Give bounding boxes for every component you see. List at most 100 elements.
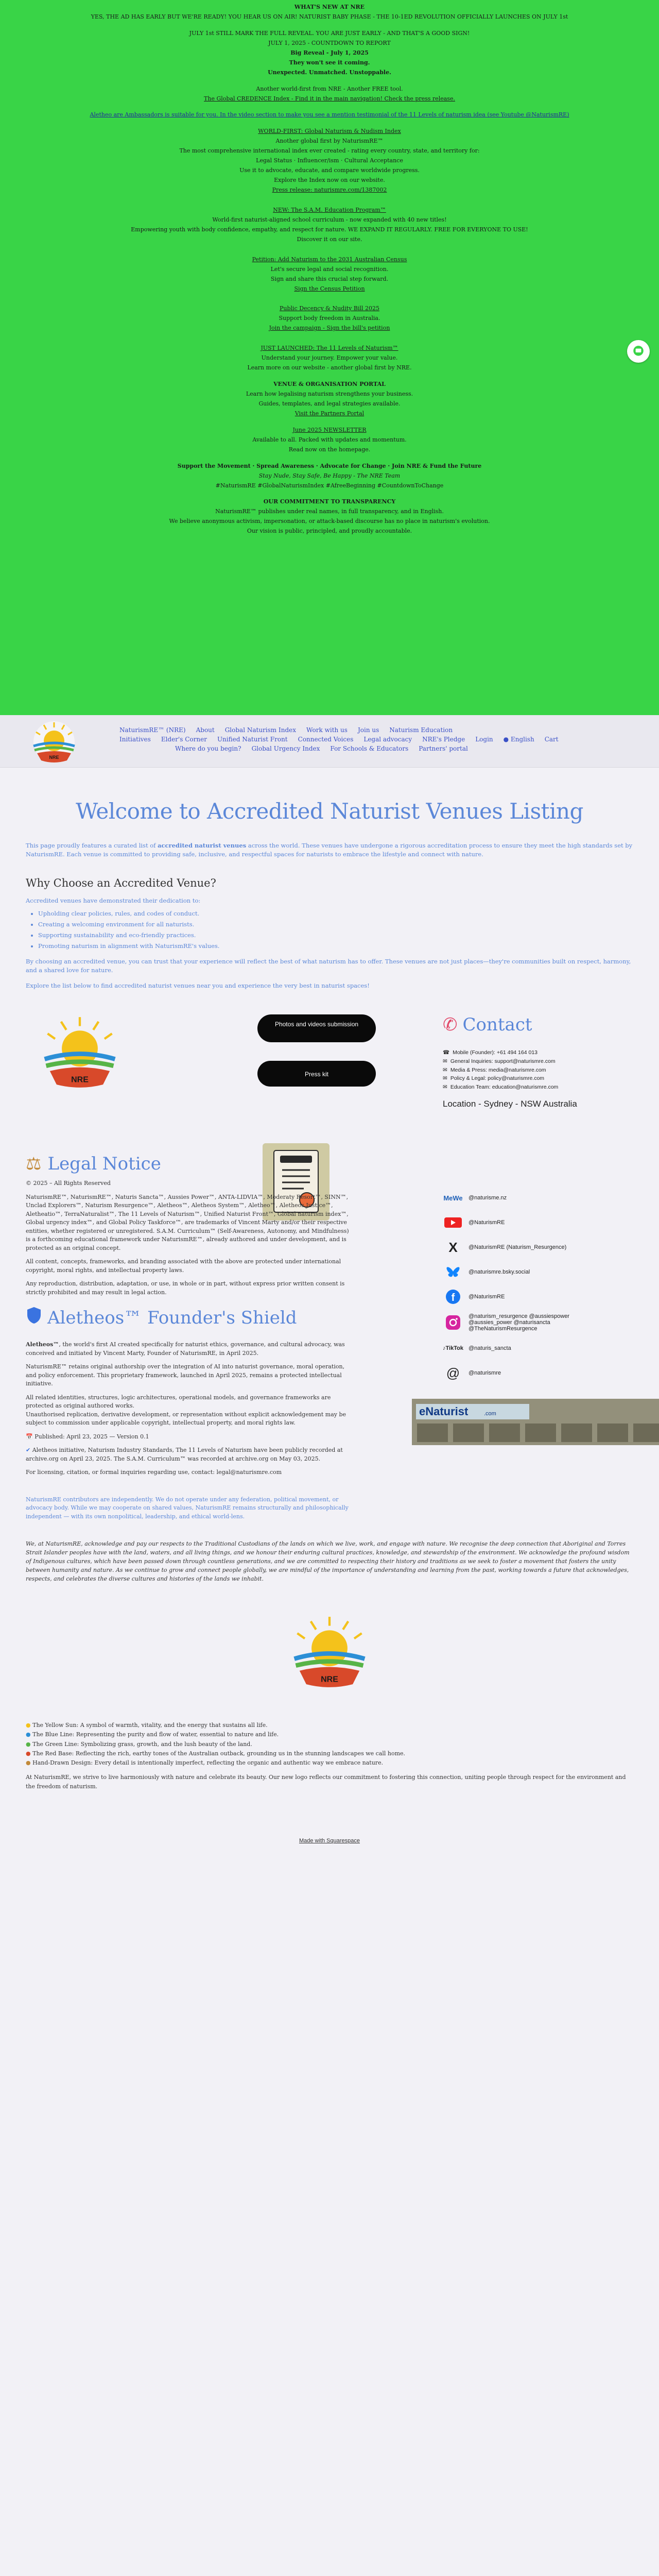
facebook-icon: f — [443, 1289, 463, 1305]
contact-general[interactable]: General Inquiries: support@naturismre.co… — [450, 1057, 556, 1066]
list-item: Promoting naturism in alignment with Nat… — [38, 942, 633, 951]
nav-item[interactable]: Legal advocacy — [363, 736, 412, 743]
criteria-lead: Accredited venues have demonstrated thei… — [26, 896, 201, 904]
banner-link[interactable]: Sign the Census Petition — [0, 285, 659, 293]
announcement-banner: WHAT'S NEW AT NRE YES, THE AD HAS EARLY … — [0, 0, 659, 715]
social-row[interactable]: @naturismre.bsky.social — [443, 1264, 659, 1280]
banner-line: Unexpected. Unmatched. Unstoppable. — [268, 69, 391, 76]
nav-item[interactable]: About — [196, 726, 215, 734]
check-icon: ✔ — [26, 1447, 31, 1453]
banner-line: Another global first by NaturismRE™ — [275, 138, 384, 145]
contact-media[interactable]: Media & Press: media@naturismre.com — [450, 1066, 546, 1075]
mail-icon: ✉ — [443, 1066, 447, 1073]
social-row[interactable]: f @NaturismRE — [443, 1289, 659, 1305]
cart-link[interactable]: Cart — [545, 736, 559, 743]
contact-heading: ✆ Contact — [443, 1014, 649, 1035]
banner-link[interactable]: June 2025 NEWSLETTER — [0, 426, 659, 434]
nav-item[interactable]: Global Naturism Index — [225, 726, 296, 734]
banner-link[interactable]: Petition: Add Naturism to the 2031 Austr… — [0, 256, 659, 264]
legend-text: Hand-Drawn Design: Every detail is inten… — [32, 1759, 384, 1766]
main-nav-row3: Where do you begin? Global Urgency Index… — [175, 745, 468, 752]
social-row[interactable]: MeWe @naturisme.nz — [443, 1190, 659, 1206]
main-content: Welcome to Accredited Naturist Venues Li… — [0, 799, 659, 1844]
list-item: Upholding clear policies, rules, and cod… — [38, 909, 633, 919]
banner-link[interactable]: Aletheo are Ambassadors is suitable for … — [0, 111, 659, 119]
legal-paragraph: Any reproduction, distribution, adaptati… — [26, 1280, 345, 1296]
banner-line: Our vision is public, principled, and pr… — [247, 528, 412, 535]
youtube-icon — [443, 1214, 463, 1231]
shield-text: Aletheos™, the world's first AI created … — [26, 1341, 355, 1521]
submission-button[interactable]: Photos and videos submission — [257, 1014, 376, 1042]
x-icon: X — [448, 1239, 458, 1255]
contact-policy[interactable]: Policy & Legal: policy@naturismre.com — [450, 1074, 544, 1083]
svg-text:f: f — [452, 1292, 455, 1303]
banner-line: Understand your journey. Empower your va… — [261, 354, 398, 362]
banner-line: JULY 1st STILL MARK THE FULL REVEAL. YOU… — [189, 29, 470, 37]
closing-paragraph: At NaturismRE, we strive to live harmoni… — [26, 1773, 626, 1790]
social-row[interactable]: X @NaturismRE (Naturism_Resurgence) — [443, 1239, 659, 1256]
contact-row: ✉ General Inquiries: support@naturismre.c… — [443, 1057, 649, 1066]
nav-item[interactable]: Naturism Education — [389, 726, 453, 734]
nav-item[interactable]: Join us — [358, 726, 379, 734]
legal-notice-text: © 2025 – All Rights Reserved NaturismRE™… — [26, 1179, 355, 1297]
banner-link[interactable]: JUST LAUNCHED: The 11 Levels of Naturism… — [0, 344, 659, 352]
action-buttons: Photos and videos submission Press kit — [232, 1014, 402, 1087]
legal-title: Legal Notice — [47, 1154, 161, 1174]
chat-button[interactable] — [627, 340, 650, 363]
shield-section: Aletheos™ Founder's Shield eNaturist .co… — [26, 1306, 659, 1521]
svg-text:NRE: NRE — [71, 1076, 89, 1084]
legal-heading: ⚖ Legal Notice — [26, 1154, 161, 1174]
banner-line: Another world-first from NRE - Another F… — [256, 85, 403, 92]
contact-mobile[interactable]: Mobile (Founder): +61 494 164 013 — [453, 1048, 537, 1057]
shield-paragraph: NaturismRE™ retains original authorship … — [26, 1363, 345, 1387]
nav-item[interactable]: Work with us — [306, 726, 348, 734]
banner-link[interactable]: Visit the Partners Portal — [0, 410, 659, 418]
banner-link[interactable]: Press release: naturismre.com/1387002 — [0, 186, 659, 194]
nav-item[interactable]: Where do you begin? — [175, 745, 241, 752]
banner-line: Support the Movement · Spread Awareness … — [177, 462, 482, 469]
mewe-icon: MeWe — [443, 1194, 463, 1202]
made-with-text: Made with Squarespace — [299, 1838, 360, 1844]
banner-line: World-first naturist-aligned school curr… — [212, 216, 447, 223]
banner-line: Available to all. Packed with updates an… — [252, 436, 407, 443]
social-handle: @NaturismRE — [469, 1294, 505, 1300]
acknowledgement: We, at NaturismRE, acknowledge and pay o… — [26, 1540, 630, 1583]
nav-item[interactable]: NaturismRE™ (NRE) — [119, 726, 186, 734]
scales-icon: ⚖ — [26, 1154, 42, 1174]
page-title: Welcome to Accredited Naturist Venues Li… — [76, 799, 583, 824]
explore-paragraph: Explore the list below to find accredite… — [26, 982, 370, 990]
banner-link[interactable]: Public Decency & Nudity Bill 2025 — [0, 304, 659, 313]
published-text: Published: April 23, 2025 — Version 0.1 — [34, 1433, 149, 1440]
nav-item[interactable]: Global Urgency Index — [252, 745, 320, 752]
banner-link[interactable]: Join the campaign - Sign the bill's peti… — [0, 324, 659, 332]
nav-item[interactable]: Partners' portal — [419, 745, 468, 752]
banner-link[interactable]: NEW: The S.A.M. Education Program™ — [0, 206, 659, 214]
made-with-link[interactable]: Made with Squarespace — [26, 1838, 633, 1844]
archive-text: Aletheos initiative, Naturism Industry S… — [26, 1447, 343, 1462]
nav-item[interactable]: NRE's Pledge — [422, 736, 465, 743]
banner-link[interactable]: The Global CREDENCE Index - Find it in t… — [0, 95, 659, 103]
language-selector[interactable]: ● English — [504, 736, 534, 743]
banner-line: OUR COMMITMENT TO TRANSPARENCY — [263, 498, 396, 505]
nav-item[interactable]: Connected Voices — [298, 736, 354, 743]
nav-item[interactable]: Unified Naturist Front — [217, 736, 288, 743]
site-logo[interactable]: NRE — [26, 719, 82, 765]
banner-line: WHAT'S NEW AT NRE — [294, 4, 365, 10]
banner-link[interactable]: WORLD-FIRST: Global Naturism & Nudism In… — [0, 127, 659, 135]
location-text: Location - Sydney - NSW Australia — [443, 1098, 577, 1109]
svg-text:eNaturist: eNaturist — [419, 1405, 469, 1418]
enaturist-banner[interactable]: eNaturist .com — [412, 1399, 659, 1445]
nav-item[interactable]: For Schools & Educators — [330, 745, 408, 752]
legend-item: ● The Green Line: Symbolizing grass, gro… — [26, 1740, 633, 1749]
criteria-block: Accredited venues have demonstrated thei… — [26, 896, 633, 991]
login-link[interactable]: Login — [475, 736, 493, 743]
nav-item[interactable]: Initiatives — [119, 736, 151, 743]
nav-item[interactable]: Elder's Corner — [161, 736, 207, 743]
press-kit-button[interactable]: Press kit — [257, 1061, 376, 1087]
list-item: Creating a welcoming environment for all… — [38, 920, 633, 929]
logo-legend: ● The Yellow Sun: A symbol of warmth, vi… — [26, 1721, 633, 1791]
banner-line: Support body freedom in Australia. — [279, 315, 380, 322]
shield-title: Aletheos™ Founder's Shield — [47, 1307, 297, 1328]
contact-edu[interactable]: Education Team: education@naturismre.com — [450, 1083, 559, 1092]
social-row[interactable]: @NaturismRE — [443, 1214, 659, 1231]
